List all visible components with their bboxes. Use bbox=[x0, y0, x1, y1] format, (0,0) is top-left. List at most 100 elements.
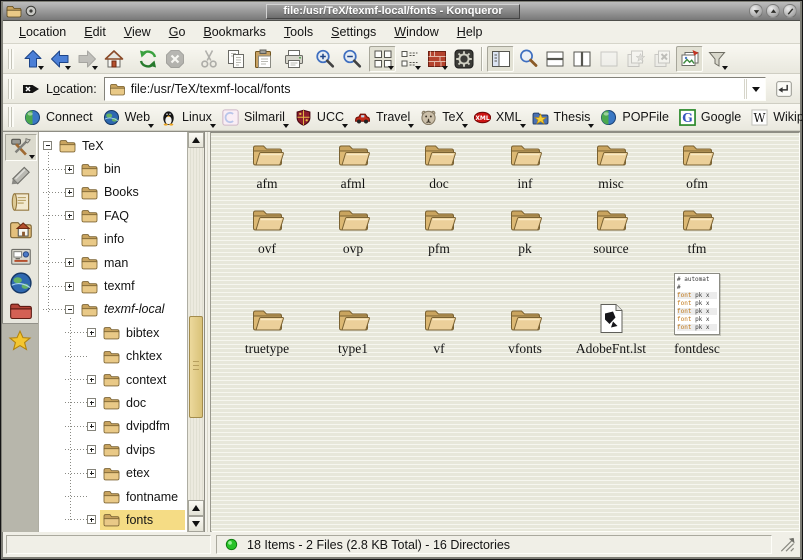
resize-grip-icon[interactable] bbox=[777, 535, 797, 554]
sidebar-tab-history[interactable] bbox=[5, 188, 37, 215]
tree-expander-icon[interactable] bbox=[87, 328, 96, 337]
menu-help[interactable]: Help bbox=[449, 22, 491, 42]
bookmark-linux[interactable]: Linux bbox=[155, 106, 217, 129]
tree-item-body[interactable]: TeX bbox=[56, 136, 185, 156]
toolbar-grip[interactable] bbox=[8, 107, 14, 127]
menu-bookmarks[interactable]: Bookmarks bbox=[195, 22, 274, 42]
tree-item-FAQ[interactable]: FAQ bbox=[43, 204, 185, 227]
dropdown-arrow-icon[interactable] bbox=[38, 66, 44, 70]
tree-item-body[interactable]: dvipdfm bbox=[100, 416, 185, 436]
file-item-vfonts[interactable]: vfonts bbox=[482, 305, 568, 357]
tree-item-man[interactable]: man bbox=[43, 251, 185, 274]
go-button[interactable] bbox=[772, 77, 796, 101]
tree-item-fontname[interactable]: fontname bbox=[43, 485, 185, 508]
tree-expander-icon[interactable] bbox=[43, 141, 52, 150]
file-item-fontdesc[interactable]: # automat#font pk xfont pk xfont pk xfon… bbox=[654, 273, 740, 357]
gear-button[interactable] bbox=[450, 46, 477, 72]
tree-item-bibtex[interactable]: bibtex bbox=[43, 321, 185, 344]
bookmark-thesis[interactable]: Thesis bbox=[527, 106, 596, 129]
scroll-down-button[interactable] bbox=[188, 516, 204, 532]
file-item-tfm[interactable]: tfm bbox=[654, 205, 740, 257]
tree-item-info[interactable]: info bbox=[43, 228, 185, 251]
toolbar-grip[interactable] bbox=[8, 49, 14, 69]
icon-view-button[interactable] bbox=[369, 46, 396, 72]
bookmark-silmaril[interactable]: Silmaril bbox=[217, 106, 290, 129]
tree-item-dvips[interactable]: dvips bbox=[43, 438, 185, 461]
menu-tools[interactable]: Tools bbox=[276, 22, 321, 42]
split-vertical-button[interactable] bbox=[568, 46, 595, 72]
titlebar[interactable]: file:/usr/TeX/texmf-local/fonts - Konque… bbox=[3, 2, 800, 21]
scroll-up-button[interactable] bbox=[188, 132, 204, 148]
bookmark-wikipedia[interactable]: WWikipedia bbox=[746, 106, 803, 129]
sidebar-tab-network[interactable] bbox=[5, 269, 37, 296]
list-view-button[interactable] bbox=[396, 46, 423, 72]
file-item-truetype[interactable]: truetype bbox=[224, 305, 310, 357]
tree-item-texmf[interactable]: texmf bbox=[43, 274, 185, 297]
dropdown-arrow-icon[interactable] bbox=[722, 66, 728, 70]
toolbar-grip[interactable] bbox=[8, 79, 14, 99]
find-button[interactable] bbox=[514, 46, 541, 72]
tree-expander-icon[interactable] bbox=[87, 422, 96, 431]
bookmark-ucc[interactable]: UCC bbox=[290, 106, 349, 129]
bookmark-travel[interactable]: Travel bbox=[349, 106, 415, 129]
menu-window[interactable]: Window bbox=[386, 22, 446, 42]
dropdown-arrow-icon[interactable] bbox=[388, 66, 394, 70]
sticky-button[interactable] bbox=[25, 5, 37, 17]
clear-location-button[interactable] bbox=[19, 76, 43, 102]
tree-expander-icon[interactable] bbox=[87, 398, 96, 407]
file-item-source[interactable]: source bbox=[568, 205, 654, 257]
tree-expander-icon[interactable] bbox=[65, 282, 74, 291]
window-menu-icon[interactable] bbox=[6, 4, 22, 18]
tree-item-body[interactable]: man bbox=[78, 253, 185, 273]
scrollbar-thumb[interactable] bbox=[189, 316, 203, 418]
print-button[interactable] bbox=[280, 46, 307, 72]
tree-item-context[interactable]: context bbox=[43, 368, 185, 391]
tree-item-etex[interactable]: etex bbox=[43, 461, 185, 484]
file-item-pk[interactable]: pk bbox=[482, 205, 568, 257]
file-item-AdobeFnt.lst[interactable]: AdobeFnt.lst bbox=[568, 302, 654, 357]
home-button[interactable] bbox=[100, 46, 127, 72]
stop-button[interactable] bbox=[161, 46, 188, 72]
tree-scrollbar[interactable] bbox=[187, 132, 204, 532]
dropdown-arrow-icon[interactable] bbox=[588, 124, 594, 128]
location-value[interactable]: file:/usr/TeX/texmf-local/fonts bbox=[131, 82, 739, 96]
file-item-type1[interactable]: type1 bbox=[310, 305, 396, 357]
tree-item-body[interactable]: bibtex bbox=[100, 323, 185, 343]
dropdown-arrow-icon[interactable] bbox=[415, 66, 421, 70]
file-item-ovp[interactable]: ovp bbox=[310, 205, 396, 257]
menu-settings[interactable]: Settings bbox=[323, 22, 384, 42]
tree-expander-icon[interactable] bbox=[87, 469, 96, 478]
new-tab-button[interactable] bbox=[622, 46, 649, 72]
tree-item-body[interactable]: bin bbox=[78, 159, 185, 179]
tree-item-body[interactable]: info bbox=[78, 229, 185, 249]
file-item-afm[interactable]: afm bbox=[224, 140, 310, 192]
close-tab-button[interactable] bbox=[649, 46, 676, 72]
sidebar-tab-root[interactable] bbox=[5, 296, 37, 323]
bricks-view-button[interactable] bbox=[423, 46, 450, 72]
cut-button[interactable] bbox=[195, 46, 222, 72]
file-item-ovf[interactable]: ovf bbox=[224, 205, 310, 257]
sidebar-tab-home[interactable] bbox=[5, 215, 37, 242]
location-dropdown-arrow[interactable] bbox=[744, 79, 764, 99]
copy-button[interactable] bbox=[222, 46, 249, 72]
dropdown-arrow-icon[interactable] bbox=[442, 66, 448, 70]
dropdown-arrow-icon[interactable] bbox=[29, 155, 35, 159]
dropdown-arrow-icon[interactable] bbox=[462, 124, 468, 128]
tree-item-body[interactable]: fontname bbox=[100, 487, 185, 507]
tree-item-body[interactable]: texmf bbox=[78, 276, 185, 296]
bookmark-connect[interactable]: Connect bbox=[19, 106, 98, 129]
bookmark-google[interactable]: GGoogle bbox=[674, 106, 746, 129]
tree-item-body[interactable]: dvips bbox=[100, 440, 185, 460]
tree-item-body[interactable]: texmf-local bbox=[78, 299, 185, 319]
dropdown-arrow-icon[interactable] bbox=[520, 124, 526, 128]
tree-expander-icon[interactable] bbox=[65, 188, 74, 197]
dropdown-arrow-icon[interactable] bbox=[92, 66, 98, 70]
dropdown-arrow-icon[interactable] bbox=[283, 124, 289, 128]
sidebar-tab-bookmarks-star[interactable] bbox=[4, 327, 36, 354]
file-item-inf[interactable]: inf bbox=[482, 140, 568, 192]
show-sidebar-button[interactable] bbox=[487, 46, 514, 72]
tree-item-bin[interactable]: bin bbox=[43, 157, 185, 180]
filter-button[interactable] bbox=[703, 46, 730, 72]
tree-expander-icon[interactable] bbox=[87, 515, 96, 524]
split-horizontal-button[interactable] bbox=[541, 46, 568, 72]
